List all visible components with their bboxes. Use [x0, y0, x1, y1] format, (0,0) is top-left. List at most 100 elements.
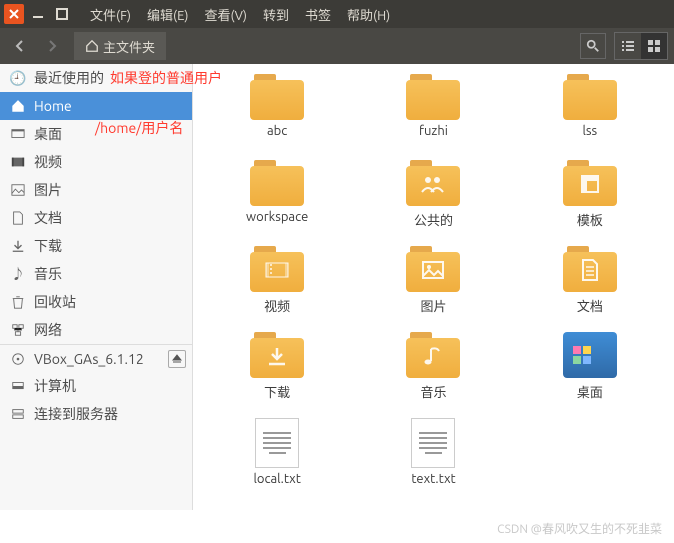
file-label: 图片 [420, 296, 446, 315]
image-icon [10, 182, 26, 198]
folder-icon [250, 246, 304, 292]
file-item[interactable]: 下载 [199, 332, 355, 414]
sidebar-item-label: 回收站 [34, 292, 76, 312]
sidebar-item-label: 视频 [34, 152, 62, 172]
file-item[interactable]: 桌面 [512, 332, 668, 414]
minimize-button[interactable] [28, 4, 48, 24]
file-item[interactable]: 视频 [199, 246, 355, 328]
file-label: lss [582, 124, 597, 138]
file-item[interactable]: text.txt [355, 418, 511, 500]
sidebar-item-label: Home [34, 98, 72, 114]
file-item[interactable]: 图片 [355, 246, 511, 328]
file-item[interactable]: 音乐 [355, 332, 511, 414]
sidebar-item-documents[interactable]: 文档 [0, 204, 192, 232]
file-item[interactable]: lss [512, 74, 668, 156]
file-manager-window: 文件(F) 编辑(E) 查看(V) 转到 书签 帮助(H) 主文件夹 🕘 最近使用… [0, 0, 674, 510]
forward-button[interactable] [38, 32, 66, 60]
file-label: 下载 [264, 382, 290, 401]
sidebar-item-downloads[interactable]: 下载 [0, 232, 192, 260]
sidebar-item-computer[interactable]: 计算机 [0, 372, 192, 400]
computer-icon [10, 378, 26, 394]
back-button[interactable] [6, 32, 34, 60]
trash-icon [10, 294, 26, 310]
menu-view[interactable]: 查看(V) [199, 3, 253, 26]
sidebar-item-recent[interactable]: 🕘 最近使用的 [0, 64, 192, 92]
sidebar-item-music[interactable]: ♪ 音乐 [0, 260, 192, 288]
file-item[interactable]: local.txt [199, 418, 355, 500]
file-label: 模板 [577, 210, 603, 229]
toolbar: 主文件夹 [0, 28, 674, 64]
file-item[interactable]: 模板 [512, 160, 668, 242]
clock-icon: 🕘 [10, 70, 26, 86]
menu-bookmarks[interactable]: 书签 [299, 3, 337, 26]
file-item[interactable]: 文档 [512, 246, 668, 328]
search-button[interactable] [580, 33, 606, 59]
download-icon [10, 238, 26, 254]
home-icon [10, 98, 26, 114]
icon-view-button[interactable] [641, 33, 667, 59]
disc-icon [10, 351, 26, 367]
network-icon [10, 322, 26, 338]
menu-file[interactable]: 文件(F) [84, 3, 137, 26]
file-item[interactable]: 公共的 [355, 160, 511, 242]
sidebar-item-home[interactable]: Home [0, 92, 192, 120]
sidebar-item-desktop[interactable]: 桌面 [0, 120, 192, 148]
file-item[interactable]: fuzhi [355, 74, 511, 156]
file-item[interactable]: abc [199, 74, 355, 156]
folder-icon [563, 74, 617, 120]
file-label: workspace [246, 210, 308, 224]
eject-button[interactable] [168, 350, 186, 368]
file-label: 桌面 [577, 382, 603, 401]
file-label: 音乐 [420, 382, 446, 401]
sidebar-item-trash[interactable]: 回收站 [0, 288, 192, 316]
sidebar-item-connect-server[interactable]: 连接到服务器 [0, 400, 192, 428]
sidebar-item-label: VBox_GAs_6.1.12 [34, 351, 144, 367]
home-icon [85, 39, 99, 53]
sidebar-item-label: 音乐 [34, 264, 62, 284]
sidebar-item-label: 文档 [34, 208, 62, 228]
menu-edit[interactable]: 编辑(E) [141, 3, 194, 26]
folder-icon [250, 160, 304, 206]
text-file-icon [411, 418, 455, 468]
sidebar-item-pictures[interactable]: 图片 [0, 176, 192, 204]
file-label: 文档 [577, 296, 603, 315]
sidebar-item-label: 下载 [34, 236, 62, 256]
path-home-button[interactable]: 主文件夹 [75, 33, 165, 59]
close-button[interactable] [4, 4, 24, 24]
sidebar-item-label: 连接到服务器 [34, 404, 118, 424]
file-label: abc [267, 124, 287, 138]
folder-icon [406, 246, 460, 292]
path-label: 主文件夹 [103, 37, 155, 56]
folder-icon [563, 246, 617, 292]
watermark: CSDN @春风吹又生的不死韭菜 [497, 520, 662, 537]
sidebar-item-vbox[interactable]: VBox_GAs_6.1.12 [0, 344, 192, 372]
menu-go[interactable]: 转到 [257, 3, 295, 26]
server-icon [10, 406, 26, 422]
maximize-button[interactable] [52, 4, 72, 24]
desktop-icon [10, 126, 26, 142]
sidebar-item-label: 网络 [34, 320, 62, 340]
video-icon [10, 154, 26, 170]
sidebar-item-label: 桌面 [34, 124, 62, 144]
list-view-button[interactable] [615, 33, 641, 59]
folder-icon [563, 160, 617, 206]
sidebar-item-videos[interactable]: 视频 [0, 148, 192, 176]
sidebar-item-label: 图片 [34, 180, 62, 200]
view-switcher [614, 32, 668, 60]
file-grid[interactable]: abc fuzhi lss workspace 公共的 模板视频 图片 文档下载 音乐 桌面 loc… [193, 64, 674, 510]
sidebar-item-label: 最近使用的 [34, 68, 104, 88]
file-label: text.txt [411, 472, 455, 486]
file-label: fuzhi [419, 124, 448, 138]
folder-icon [406, 332, 460, 378]
content-area: 🕘 最近使用的 Home 桌面 视频 图片 文档 下载 ♪ 音乐 回收站 网络 VB… [0, 64, 674, 510]
music-icon: ♪ [10, 266, 26, 282]
menubar: 文件(F) 编辑(E) 查看(V) 转到 书签 帮助(H) [84, 3, 396, 26]
sidebar-item-network[interactable]: 网络 [0, 316, 192, 344]
titlebar: 文件(F) 编辑(E) 查看(V) 转到 书签 帮助(H) [0, 0, 674, 28]
menu-help[interactable]: 帮助(H) [341, 3, 396, 26]
path-bar: 主文件夹 [74, 32, 166, 60]
file-item[interactable]: workspace [199, 160, 355, 242]
file-label: 视频 [264, 296, 290, 315]
folder-icon [250, 332, 304, 378]
file-label: 公共的 [414, 210, 453, 229]
